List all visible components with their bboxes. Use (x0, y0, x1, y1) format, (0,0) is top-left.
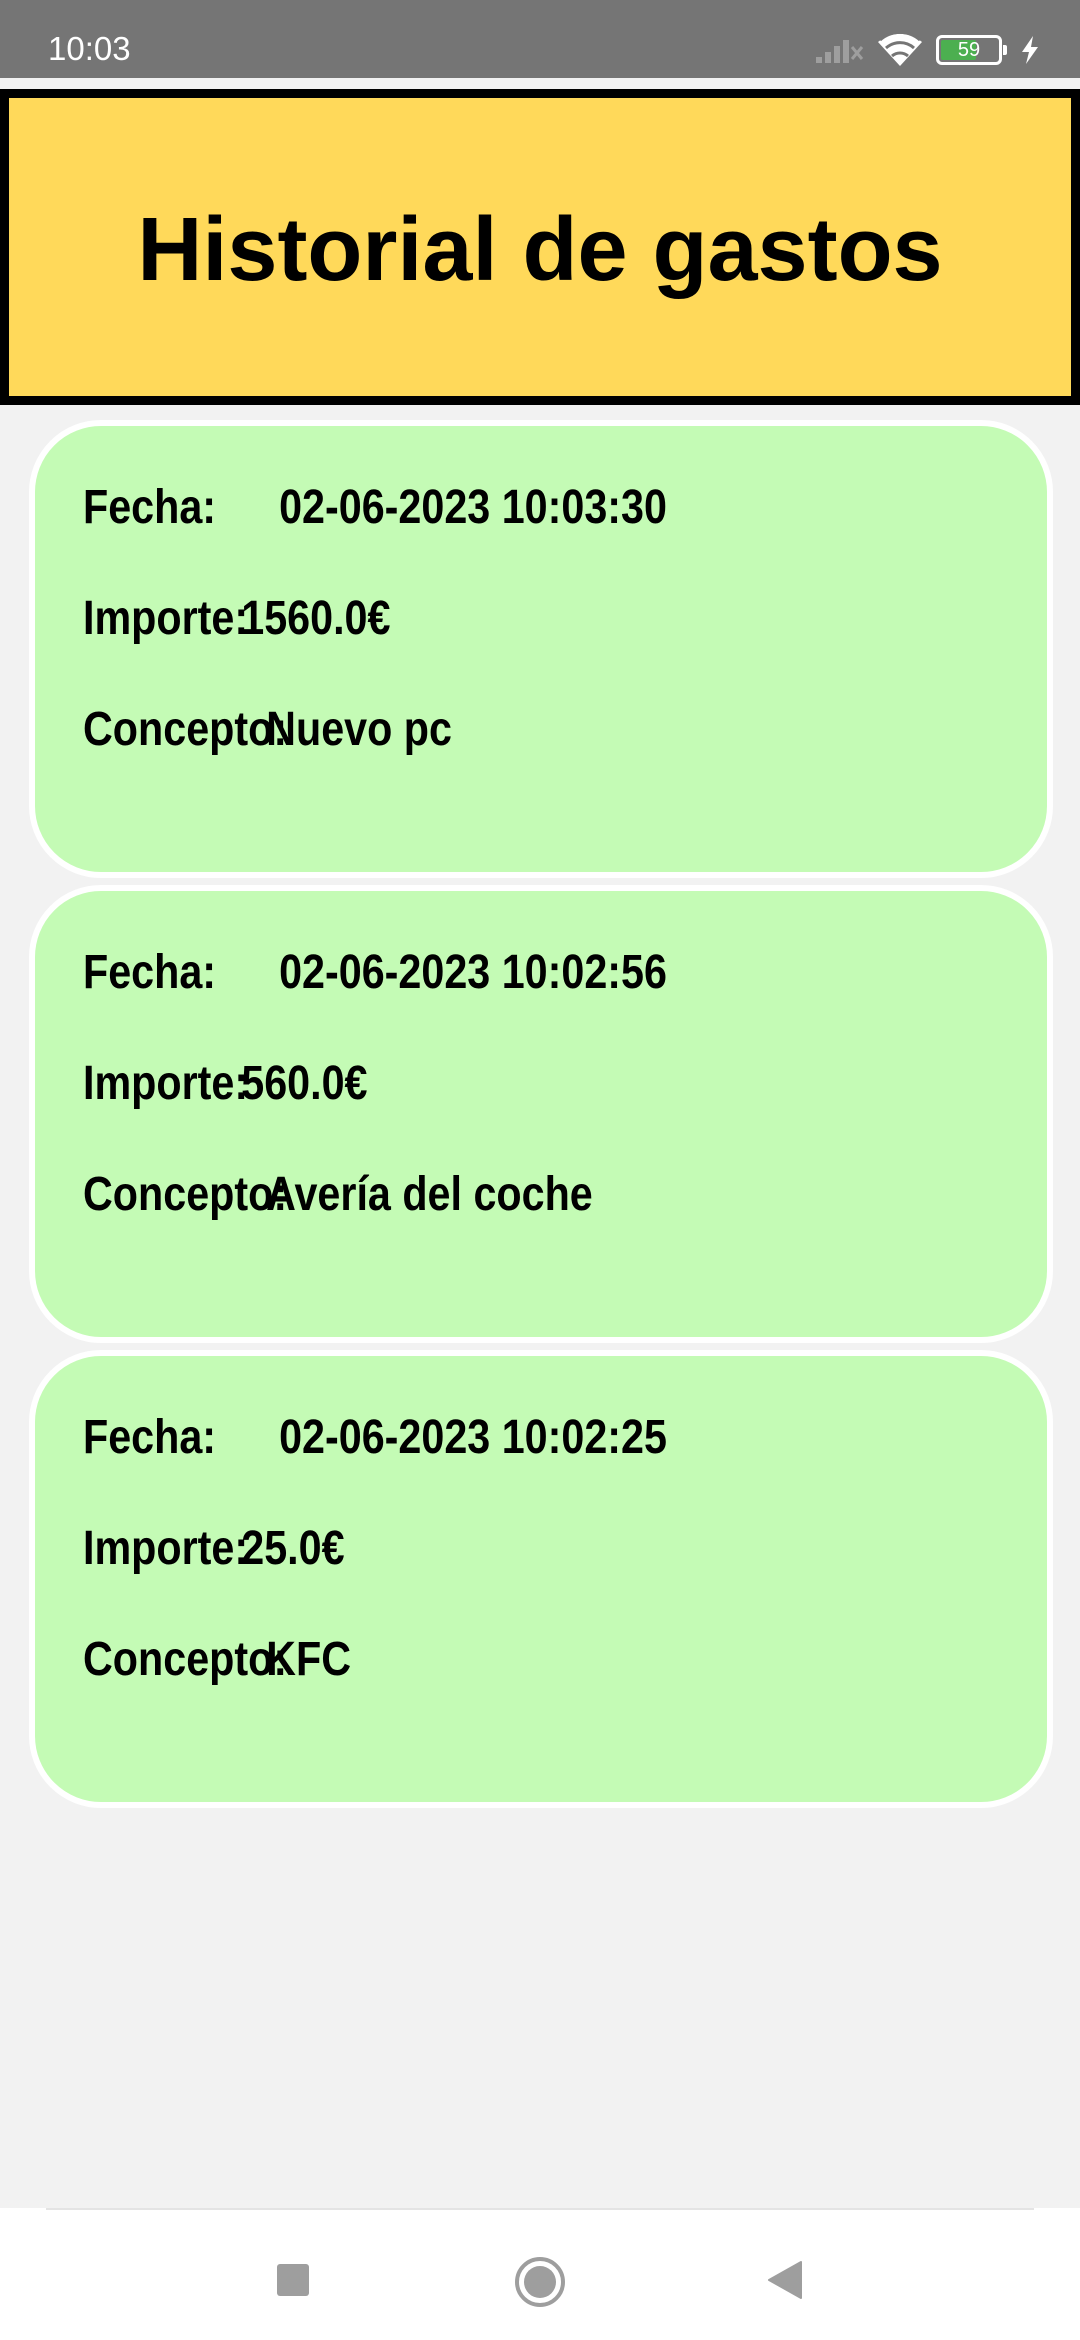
concepto-label: Concepto: (83, 1633, 288, 1686)
concepto-label: Concepto: (83, 1168, 288, 1221)
recents-square-icon[interactable] (273, 2260, 313, 2300)
fecha-value: 02-06-2023 10:03:30 (279, 481, 667, 534)
importe-row: Importe: 1560.0€ (83, 591, 390, 646)
importe-row: Importe: 25.0€ (83, 1521, 345, 1576)
fecha-row: Fecha: 02-06-2023 10:02:25 (83, 1410, 667, 1465)
fecha-value: 02-06-2023 10:02:56 (279, 946, 667, 999)
concepto-row: Concepto: Avería del coche (83, 1167, 593, 1222)
concepto-label: Concepto: (83, 703, 288, 756)
page-title: Historial de gastos (137, 199, 943, 300)
concepto-value: Nuevo pc (266, 703, 452, 756)
concepto-row: Concepto: Nuevo pc (83, 702, 452, 757)
importe-label: Importe: (83, 592, 249, 645)
battery-level: 59 (957, 38, 981, 61)
concepto-value: Avería del coche (266, 1168, 593, 1221)
concepto-row: Concepto: KFC (83, 1632, 351, 1687)
importe-label: Importe: (83, 1057, 249, 1110)
importe-label: Importe: (83, 1522, 249, 1575)
importe-value: 1560.0€ (241, 592, 391, 645)
page-header: Historial de gastos (0, 89, 1080, 405)
importe-value: 560.0€ (241, 1057, 368, 1110)
signal-icon (814, 35, 864, 65)
status-time: 10:03 (48, 30, 131, 67)
status-bar-divider (0, 78, 1080, 84)
home-circle-icon[interactable] (514, 2256, 566, 2308)
battery-icon: 59 (936, 35, 1007, 65)
fecha-row: Fecha: 02-06-2023 10:02:56 (83, 945, 667, 1000)
expense-card[interactable]: Fecha: 02-06-2023 10:03:30 Importe: 1560… (29, 420, 1053, 878)
importe-row: Importe: 560.0€ (83, 1056, 367, 1111)
concepto-value: KFC (266, 1633, 352, 1686)
status-icons: 59 (814, 28, 1040, 72)
back-triangle-icon[interactable] (764, 2260, 804, 2300)
importe-value: 25.0€ (241, 1522, 345, 1575)
navigation-bar (0, 2208, 1080, 2340)
fecha-label: Fecha: (83, 946, 217, 999)
wifi-icon (876, 32, 924, 68)
fecha-label: Fecha: (83, 1411, 217, 1464)
fecha-label: Fecha: (83, 481, 217, 534)
navigation-bar-divider (46, 2208, 1034, 2210)
status-bar: 10:03 59 (0, 0, 1080, 78)
expense-card[interactable]: Fecha: 02-06-2023 10:02:56 Importe: 560.… (29, 885, 1053, 1343)
charging-icon (1020, 35, 1040, 65)
fecha-row: Fecha: 02-06-2023 10:03:30 (83, 480, 667, 535)
fecha-value: 02-06-2023 10:02:25 (279, 1411, 667, 1464)
expense-card[interactable]: Fecha: 02-06-2023 10:02:25 Importe: 25.0… (29, 1350, 1053, 1808)
